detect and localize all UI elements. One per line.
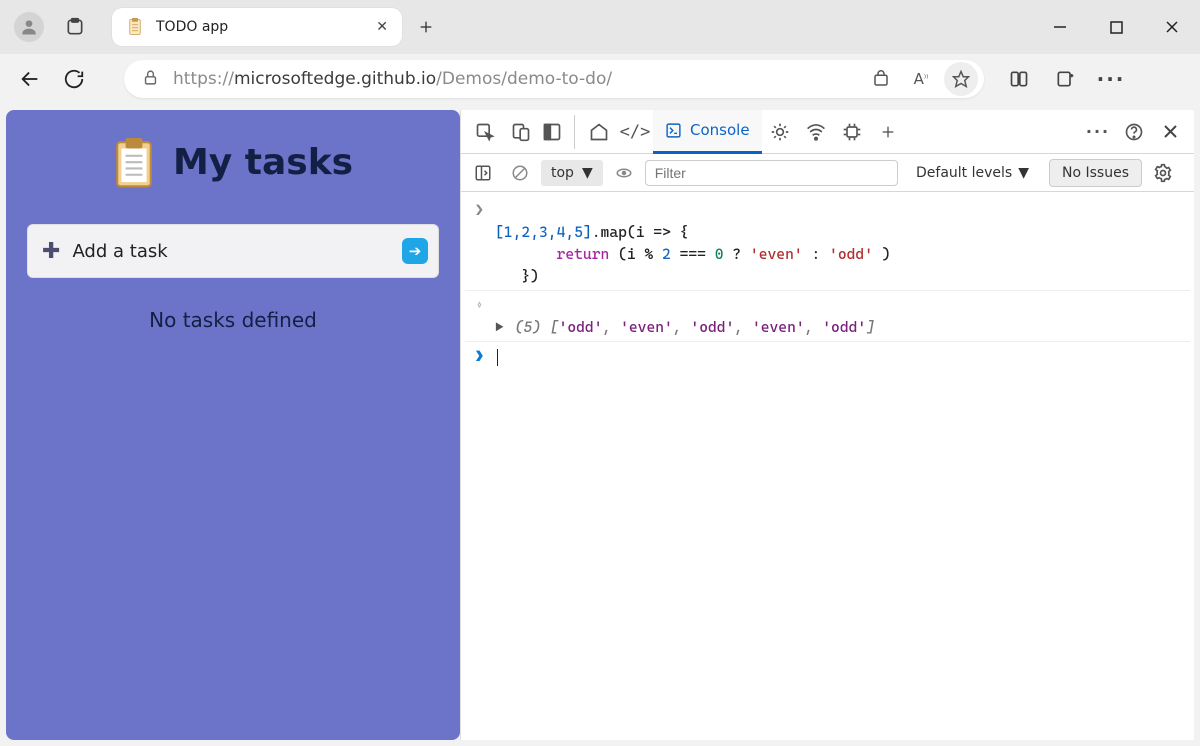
elements-tab-icon[interactable]: </> (617, 115, 653, 149)
filter-input[interactable] (645, 160, 898, 186)
close-devtools-icon[interactable] (1152, 115, 1188, 149)
input-prompt-icon: ❯ (475, 345, 495, 367)
console-body[interactable]: ❯ [1,2,3,4,5].map(i => { return (i % 2 =… (461, 192, 1194, 374)
console-output-line: ⬨ ▶ (5) ['odd', 'even', 'odd', 'even', '… (465, 293, 1190, 339)
devtools-more-icon[interactable]: ··· (1080, 115, 1116, 149)
chevron-down-icon: ▼ (582, 165, 593, 181)
url-text: https://microsoftedge.github.io/Demos/de… (173, 69, 858, 89)
tab-title: TODO app (156, 19, 372, 35)
content-area: My tasks ✚ Add a task ➔ No tasks defined… (0, 104, 1200, 746)
maximize-button[interactable] (1088, 4, 1144, 50)
add-task-placeholder: Add a task (72, 241, 402, 262)
read-aloud-icon[interactable]: A⁾⁾ (904, 62, 938, 96)
address-bar[interactable]: https://microsoftedge.github.io/Demos/de… (124, 60, 984, 98)
browser-actions: ··· (1002, 62, 1128, 96)
close-window-button[interactable] (1144, 4, 1200, 50)
plus-icon: ✚ (42, 239, 60, 264)
inspect-element-icon[interactable] (467, 115, 503, 149)
input-prompt-icon: ❯ (475, 199, 495, 221)
clipboard-icon (113, 138, 155, 186)
split-screen-icon[interactable] (1002, 62, 1036, 96)
page-header: My tasks (113, 138, 353, 186)
welcome-tab-icon[interactable] (581, 115, 617, 149)
context-label: top (551, 165, 574, 181)
console-tab[interactable]: Console (653, 110, 762, 154)
sources-tab-icon[interactable] (762, 115, 798, 149)
profile-button[interactable] (14, 12, 44, 42)
network-tab-icon[interactable] (798, 115, 834, 149)
browser-toolbar: https://microsoftedge.github.io/Demos/de… (0, 54, 1200, 104)
expand-result-icon[interactable]: ▶ (495, 318, 504, 336)
context-selector[interactable]: top ▼ (541, 160, 603, 186)
more-icon[interactable]: ··· (1094, 62, 1128, 96)
todo-page: My tasks ✚ Add a task ➔ No tasks defined (6, 110, 460, 740)
console-settings-icon[interactable] (1148, 163, 1178, 183)
console-input-line: ❯ [1,2,3,4,5].map(i => { return (i % 2 =… (465, 198, 1190, 288)
close-tab-icon[interactable]: ✕ (372, 15, 392, 39)
levels-label: Default levels (916, 165, 1012, 181)
log-levels-selector[interactable]: Default levels ▼ (916, 165, 1029, 181)
refresh-button[interactable] (52, 57, 96, 101)
console-prompt[interactable]: ❯ (465, 344, 1190, 368)
devtools-tabbar: </> Console ··· (461, 110, 1194, 154)
text-cursor (497, 349, 498, 366)
live-expression-icon[interactable] (609, 156, 639, 190)
collections-icon[interactable] (1048, 62, 1082, 96)
devtools-panel: </> Console ··· (460, 110, 1194, 740)
window-controls (1032, 4, 1200, 50)
dock-icon[interactable] (539, 115, 575, 149)
device-toggle-icon[interactable] (503, 115, 539, 149)
issues-button[interactable]: No Issues (1049, 159, 1142, 187)
empty-state-text: No tasks defined (149, 308, 317, 332)
site-info-icon[interactable] (142, 69, 159, 90)
page-title: My tasks (173, 142, 353, 183)
tab-favicon (126, 18, 144, 36)
toggle-sidebar-icon[interactable] (467, 156, 499, 190)
submit-task-button[interactable]: ➔ (402, 238, 428, 264)
new-tab-button[interactable] (410, 11, 442, 43)
tab-actions-button[interactable] (60, 12, 90, 42)
browser-titlebar: TODO app ✕ (0, 0, 1200, 54)
add-task-input[interactable]: ✚ Add a task ➔ (27, 224, 439, 278)
performance-tab-icon[interactable] (834, 115, 870, 149)
console-toolbar: top ▼ Default levels ▼ No Issues (461, 154, 1194, 192)
favorite-icon[interactable] (944, 62, 978, 96)
browser-tab[interactable]: TODO app ✕ (112, 8, 402, 46)
chevron-down-icon: ▼ (1018, 165, 1029, 181)
shopping-icon[interactable] (864, 62, 898, 96)
more-tabs-icon[interactable] (870, 115, 906, 149)
help-icon[interactable] (1116, 115, 1152, 149)
clear-console-icon[interactable] (505, 156, 535, 190)
back-button[interactable] (8, 57, 52, 101)
console-tab-label: Console (690, 121, 750, 139)
output-arrow-icon: ⬨ (475, 294, 495, 316)
minimize-button[interactable] (1032, 4, 1088, 50)
